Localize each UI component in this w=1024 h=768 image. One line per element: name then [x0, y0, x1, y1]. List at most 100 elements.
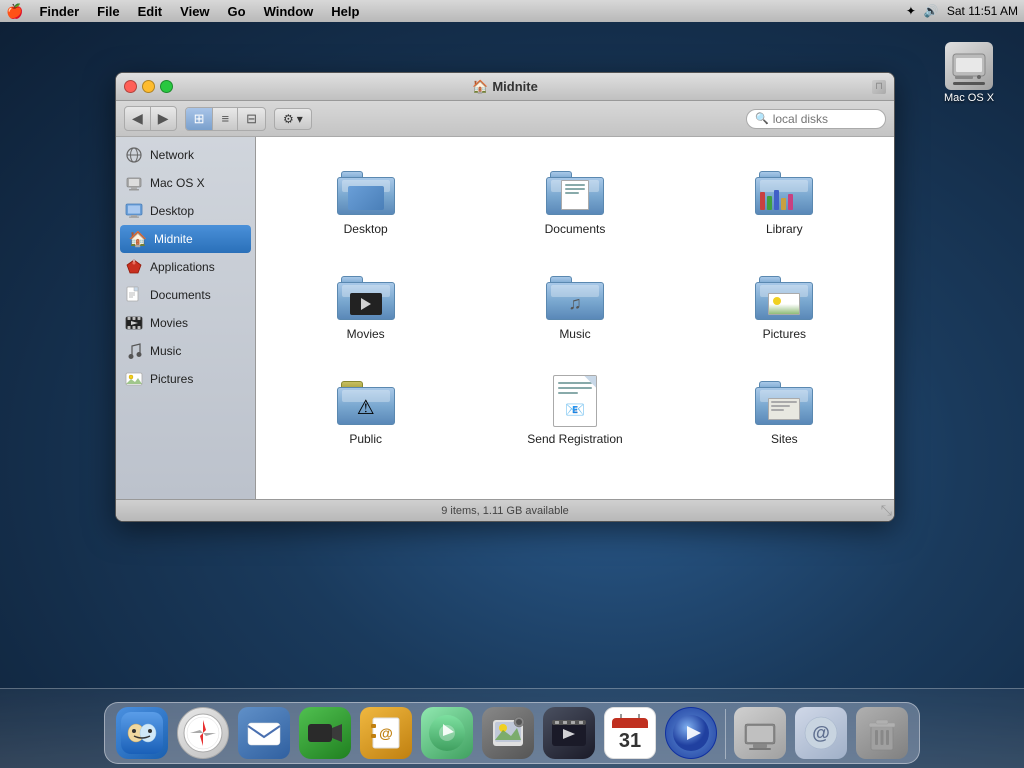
menu-window[interactable]: Window: [256, 2, 322, 21]
nav-buttons: ◀ ▶: [124, 106, 177, 131]
dock-item-quicktime[interactable]: [662, 707, 720, 759]
sidebar-label-macosx: Mac OS X: [150, 176, 205, 190]
dock-item-addressbook[interactable]: @: [357, 707, 415, 759]
dock-item-mailcom[interactable]: @: [792, 707, 850, 759]
sidebar-item-documents[interactable]: Documents: [116, 281, 255, 309]
window-icon: 🏠: [472, 79, 488, 95]
svg-text:@: @: [379, 725, 393, 741]
action-arrow-icon: ▾: [297, 112, 303, 126]
documents-folder-icon: [545, 163, 605, 218]
file-label: Send Registration: [527, 432, 622, 446]
dock-item-safari[interactable]: [174, 707, 232, 759]
status-text: 9 items, 1.11 GB available: [441, 505, 569, 517]
list-item[interactable]: Desktop: [276, 157, 455, 242]
menu-help[interactable]: Help: [323, 2, 367, 21]
view-column-button[interactable]: ⊟: [238, 108, 265, 130]
music-icon: [124, 341, 144, 361]
dock-item-trash[interactable]: [853, 707, 911, 759]
menu-edit[interactable]: Edit: [130, 2, 171, 21]
dock-item-facetime[interactable]: [296, 707, 354, 759]
pictures-folder-icon: [754, 268, 814, 323]
file-label: Sites: [771, 432, 798, 446]
close-button[interactable]: [124, 80, 137, 93]
dock-item-iphoto[interactable]: [479, 707, 537, 759]
menu-go[interactable]: Go: [220, 2, 254, 21]
menu-file[interactable]: File: [89, 2, 127, 21]
hd-label: Mac OS X: [944, 92, 994, 104]
minimize-button[interactable]: [142, 80, 155, 93]
sidebar-item-pictures[interactable]: Pictures: [116, 365, 255, 393]
hd-desktop-icon[interactable]: Mac OS X: [934, 42, 1004, 104]
menu-finder[interactable]: Finder: [31, 2, 87, 21]
action-button[interactable]: ⚙ ▾: [274, 108, 312, 130]
menubar-right: ✦ 🔊 Sat 11:51 AM: [906, 4, 1018, 18]
menu-view[interactable]: View: [172, 2, 217, 21]
list-item[interactable]: Pictures: [695, 262, 874, 347]
dock-item-finder[interactable]: [113, 707, 171, 759]
svg-text:31: 31: [619, 730, 641, 752]
file-label: Documents: [545, 222, 606, 236]
sidebar-item-network[interactable]: Network: [116, 141, 255, 169]
sidebar-label-music: Music: [150, 344, 181, 358]
window-title-text: Midnite: [492, 79, 538, 94]
sites-folder-icon: [754, 373, 814, 428]
library-folder-icon: [754, 163, 814, 218]
finder-window: 🏠 Midnite ⊓ ◀ ▶ ⊞ ≡ ⊟ ⚙ ▾ 🔍: [115, 72, 895, 522]
titlebar: 🏠 Midnite ⊓: [116, 73, 894, 101]
sidebar-item-midnite[interactable]: 🏠 Midnite: [120, 225, 251, 253]
movies-folder-icon: [336, 268, 396, 323]
list-item[interactable]: Documents: [485, 157, 664, 242]
facetime-icon: [299, 707, 351, 759]
quicktime-icon: [665, 707, 717, 759]
sidebar-label-movies: Movies: [150, 316, 188, 330]
file-grid: Desktop: [256, 137, 894, 499]
sidebar-item-movies[interactable]: Movies: [116, 309, 255, 337]
file-label: Music: [559, 327, 590, 341]
dock-item-imovie[interactable]: [540, 707, 598, 759]
music-folder-icon: ♫: [545, 268, 605, 323]
list-item[interactable]: Sites: [695, 367, 874, 452]
file-label: Public: [349, 432, 382, 446]
resize-button[interactable]: ⊓: [872, 80, 886, 94]
gear-icon: ⚙: [283, 112, 294, 126]
finder-icon: [116, 707, 168, 759]
back-button[interactable]: ◀: [125, 107, 150, 130]
desktop: Mac OS X 🏠 Midnite ⊓ ◀ ▶ ⊞ ≡: [0, 22, 1024, 768]
search-box[interactable]: 🔍: [746, 109, 886, 129]
dock-item-itunes[interactable]: [418, 707, 476, 759]
iphoto-icon: [482, 707, 534, 759]
list-item[interactable]: 📧 Send Registration: [485, 367, 664, 452]
forward-button[interactable]: ▶: [150, 107, 176, 130]
list-item[interactable]: Library: [695, 157, 874, 242]
dock-inner: @: [104, 702, 920, 764]
list-item[interactable]: Movies: [276, 262, 455, 347]
sidebar-item-music[interactable]: Music: [116, 337, 255, 365]
sidebar-item-desktop[interactable]: Desktop: [116, 197, 255, 225]
content-area: Network Mac OS X: [116, 137, 894, 499]
maximize-button[interactable]: [160, 80, 173, 93]
trash-icon: [856, 707, 908, 759]
list-item[interactable]: ♫ Music: [485, 262, 664, 347]
sidebar-item-macosx[interactable]: Mac OS X: [116, 169, 255, 197]
resize-grip[interactable]: ⤡: [881, 502, 892, 519]
dock-item-system[interactable]: [731, 707, 789, 759]
file-label: Library: [766, 222, 803, 236]
pictures-icon: [124, 369, 144, 389]
view-buttons: ⊞ ≡ ⊟: [185, 107, 266, 131]
menubar: 🍎 Finder File Edit View Go Window Help ✦…: [0, 0, 1024, 22]
dock-separator: [725, 709, 726, 759]
sidebar-label-midnite: Midnite: [154, 232, 193, 246]
sidebar-label-desktop: Desktop: [150, 204, 194, 218]
dock-item-mail[interactable]: [235, 707, 293, 759]
dock-item-ical[interactable]: 31: [601, 707, 659, 759]
search-input[interactable]: [773, 112, 877, 126]
dock: @: [0, 688, 1024, 768]
documents-icon: [124, 285, 144, 305]
system-icon: [734, 707, 786, 759]
volume-icon: 🔊: [924, 4, 939, 18]
list-item[interactable]: ⚠ Public: [276, 367, 455, 452]
apple-menu[interactable]: 🍎: [6, 3, 23, 20]
sidebar-item-applications[interactable]: Applications: [116, 253, 255, 281]
view-icon-button[interactable]: ⊞: [186, 108, 214, 130]
view-list-button[interactable]: ≡: [213, 108, 238, 130]
